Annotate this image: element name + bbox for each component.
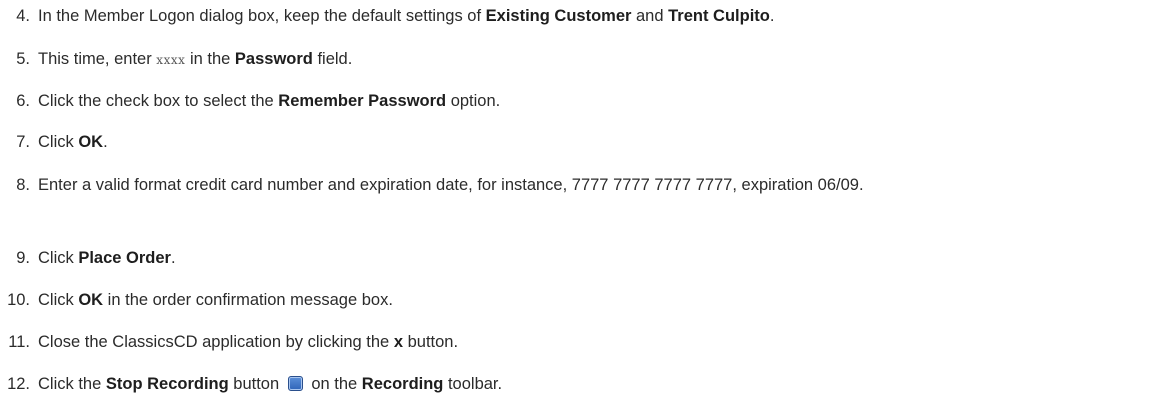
- text-run: .: [103, 133, 108, 151]
- text-run: This time, enter: [38, 50, 157, 68]
- step-text: In the Member Logon dialog box, keep the…: [38, 7, 774, 25]
- step-number: 5.: [16, 50, 30, 68]
- ui-label-ok: OK: [78, 291, 104, 309]
- step-number: 12.: [7, 375, 30, 393]
- step-number: 10.: [7, 291, 30, 309]
- text-run: Click the: [38, 375, 106, 393]
- step-text: Click Place Order.: [38, 249, 176, 267]
- text-run: and: [631, 7, 669, 25]
- text-run: toolbar.: [443, 375, 503, 393]
- step-text: Click OK in the order confirmation messa…: [38, 291, 393, 309]
- step-text: Enter a valid format credit card number …: [38, 176, 864, 194]
- step-number: 9.: [16, 249, 30, 267]
- ui-label-recording: Recording: [361, 375, 444, 393]
- step-8: 8. Enter a valid format credit card numbe…: [0, 171, 1170, 199]
- ui-label-place-order: Place Order: [78, 249, 171, 267]
- step-5: 5. This time, enter xxxx in the Password …: [0, 46, 1170, 73]
- ui-label-password: Password: [234, 50, 313, 68]
- step-number: 6.: [16, 92, 30, 110]
- step-4: 4. In the Member Logon dialog box, keep t…: [0, 3, 1170, 29]
- ui-label-trent-culpito: Trent Culpito: [668, 7, 770, 25]
- stop-recording-icon: [287, 376, 303, 391]
- step-text: Click the check box to select the Rememb…: [38, 92, 500, 110]
- ui-label-remember-password: Remember Password: [278, 92, 447, 110]
- code-value: xxxx: [156, 53, 186, 67]
- ui-label-stop-recording: Stop Recording: [105, 375, 229, 393]
- text-run: Click: [38, 291, 79, 309]
- step-10: 10. Click OK in the order confirmation me…: [0, 287, 1170, 313]
- text-run: .: [170, 249, 176, 267]
- step-text: This time, enter xxxx in the Password fi…: [38, 50, 352, 68]
- step-number: 4.: [16, 7, 30, 25]
- text-run: button.: [403, 333, 459, 351]
- text-run: Click: [38, 133, 79, 151]
- ui-label-x: x: [393, 333, 404, 351]
- step-11: 11. Close the ClassicsCD application by c…: [0, 329, 1170, 355]
- text-run: Click: [38, 249, 79, 267]
- ui-label-existing-customer: Existing Customer: [485, 7, 632, 25]
- step-7: 7. Click OK.: [0, 129, 1170, 155]
- step-text: Click the Stop Recording button on the R…: [38, 375, 502, 393]
- text-run: .: [769, 7, 775, 25]
- step-12: 12. Click the Stop Recording button on th…: [0, 371, 1170, 397]
- ui-label-ok: OK: [78, 133, 104, 151]
- step-text: Click OK.: [38, 133, 108, 151]
- step-text: Close the ClassicsCD application by clic…: [38, 333, 458, 351]
- text-run: option.: [446, 92, 501, 110]
- step-number: 8.: [16, 176, 30, 194]
- step-number: 7.: [16, 133, 30, 151]
- step-number: 11.: [8, 333, 30, 351]
- text-run: on the: [306, 375, 362, 393]
- text-run: Click the check box to select the: [38, 92, 279, 110]
- text-run: field.: [312, 50, 353, 68]
- text-run: In the Member Logon dialog box, keep the…: [38, 7, 486, 25]
- text-run: in the: [185, 50, 235, 68]
- text-run: Close the ClassicsCD application by clic…: [38, 333, 394, 351]
- text-run: in the order confirmation message box.: [103, 291, 393, 309]
- step-6: 6. Click the check box to select the Reme…: [0, 88, 1170, 114]
- step-9: 9. Click Place Order.: [0, 245, 1170, 271]
- text-run: button: [228, 375, 284, 393]
